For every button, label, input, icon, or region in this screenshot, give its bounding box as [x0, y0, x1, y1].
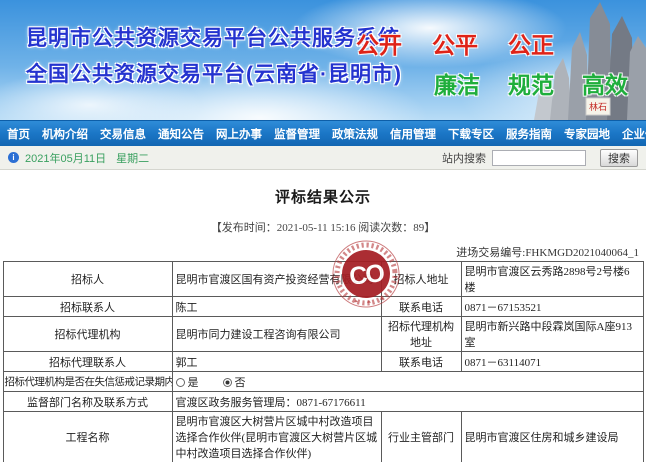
table-label-cell: 招标代理联系人 — [3, 352, 172, 372]
slogan-green: 廉洁规范高效 — [434, 66, 628, 100]
table-value-cell: 0871－63114071 — [461, 352, 643, 372]
nav-item-企业信息[interactable]: 企业信息 — [619, 126, 646, 142]
nav-item-服务指南[interactable]: 服务指南 — [503, 126, 555, 142]
table-value-cell: 0871－67153521 — [461, 297, 643, 317]
trade-number-line: 进场交易编号:FHKMGD2021040064_1 — [3, 244, 643, 260]
table-label-cell: 招标人地址 — [381, 262, 461, 297]
table-label-cell: 招标代理机构地址 — [381, 317, 461, 352]
table-row: 招标代理联系人郭工联系电话0871－63114071 — [3, 352, 643, 372]
current-weekday: 星期二 — [116, 150, 149, 166]
radio-unchecked-icon[interactable] — [176, 378, 185, 387]
browser-page: 林石 昆明市公共资源交易平台公共服务系统 全国公共资源交易平台(云南省·昆明市)… — [0, 0, 646, 462]
table-row: 招标联系人陈工联系电话0871－67153521 — [3, 297, 643, 317]
table-label-cell: 工程名称 — [3, 412, 172, 462]
bid-info-table: 招标人昆明市官渡区国有资产投资经营有限公司招标人地址昆明市官渡区云秀路2898号… — [3, 261, 644, 462]
slogan-word: 公开 — [356, 26, 402, 60]
table-value-cell: 陈工 — [172, 297, 381, 317]
table-value-cell: 官渡区政务服务管理局：0871-67176611 — [172, 392, 643, 412]
table-label-cell: 招标代理机构是否在失信惩戒记录期内 — [3, 372, 172, 392]
site-search: 站内搜索 搜索 — [442, 149, 638, 167]
radio-checked-icon[interactable] — [223, 378, 232, 387]
table-value-cell: 昆明市官渡区大树营片区城中村改造项目选择合作伙伴(昆明市官渡区大树营片区城中村改… — [172, 412, 381, 462]
table-label-cell: 联系电话 — [381, 297, 461, 317]
info-icon: i — [8, 152, 19, 163]
nav-item-首页[interactable]: 首页 — [4, 126, 33, 142]
nav-item-下载专区[interactable]: 下载专区 — [445, 126, 497, 142]
publish-meta: 【发布时间：2021-05-11 15:16 阅读次数：89】 — [0, 219, 646, 235]
table-label-cell: 招标联系人 — [3, 297, 172, 317]
date-search-bar: i 2021年05月11日 星期二 站内搜索 搜索 — [0, 146, 646, 170]
nav-item-信用管理[interactable]: 信用管理 — [387, 126, 439, 142]
site-title-line1: 昆明市公共资源交易平台公共服务系统 — [26, 22, 400, 52]
stone-forest-sign-text: 林石 — [589, 101, 607, 112]
slogan-red: 公开公平公正 — [356, 26, 554, 60]
nav-item-监督管理[interactable]: 监督管理 — [271, 126, 323, 142]
table-value-cell: 昆明市官渡区住房和城乡建设局 — [461, 412, 643, 462]
table-label-cell: 招标代理机构 — [3, 317, 172, 352]
table-label-cell: 监督部门名称及联系方式 — [3, 392, 172, 412]
radio-group-cell: 是否 — [172, 372, 643, 392]
table-row: 工程名称昆明市官渡区大树营片区城中村改造项目选择合作伙伴(昆明市官渡区大树营片区… — [3, 412, 643, 462]
trade-number-label: 进场交易编号: — [456, 247, 525, 259]
nav-item-交易信息[interactable]: 交易信息 — [97, 126, 149, 142]
table-row: 招标代理机构是否在失信惩戒记录期内是否 — [3, 372, 643, 392]
table-row: 招标人昆明市官渡区国有资产投资经营有限公司招标人地址昆明市官渡区云秀路2898号… — [3, 262, 643, 297]
site-banner: 林石 昆明市公共资源交易平台公共服务系统 全国公共资源交易平台(云南省·昆明市)… — [0, 0, 646, 120]
nav-item-机构介绍[interactable]: 机构介绍 — [39, 126, 91, 142]
trade-number-value: FHKMGD2021040064_1 — [525, 247, 639, 259]
table-row: 招标代理机构昆明市同力建设工程咨询有限公司招标代理机构地址昆明市新兴路中段霖岚国… — [3, 317, 643, 352]
stone-forest-image: 林石 — [486, 0, 646, 120]
nav-menu: 首页机构介绍交易信息通知公告网上办事监督管理政策法规信用管理下载专区服务指南专家… — [0, 120, 646, 146]
nav-item-网上办事[interactable]: 网上办事 — [213, 126, 265, 142]
slogan-word: 公正 — [508, 26, 554, 60]
table-label-cell: 行业主管部门 — [381, 412, 461, 462]
slogan-word: 廉洁 — [434, 66, 480, 100]
site-title-line2: 全国公共资源交易平台(云南省·昆明市) — [26, 58, 402, 88]
table-label-cell: 招标人 — [3, 262, 172, 297]
search-label: 站内搜索 — [442, 150, 486, 166]
search-button[interactable]: 搜索 — [600, 149, 638, 167]
nav-item-政策法规[interactable]: 政策法规 — [329, 126, 381, 142]
search-input[interactable] — [492, 150, 586, 166]
radio-option-否[interactable]: 否 — [223, 374, 246, 390]
table-label-cell: 联系电话 — [381, 352, 461, 372]
slogan-word: 高效 — [582, 66, 628, 100]
table-value-cell: 昆明市官渡区国有资产投资经营有限公司 — [172, 262, 381, 297]
radio-option-是[interactable]: 是 — [176, 374, 199, 390]
table-value-cell: 昆明市同力建设工程咨询有限公司 — [172, 317, 381, 352]
slogan-word: 规范 — [508, 66, 554, 100]
nav-item-专家园地[interactable]: 专家园地 — [561, 126, 613, 142]
table-row: 监督部门名称及联系方式官渡区政务服务管理局：0871-67176611 — [3, 392, 643, 412]
table-value-cell: 昆明市新兴路中段霖岚国际A座913室 — [461, 317, 643, 352]
nav-item-通知公告[interactable]: 通知公告 — [155, 126, 207, 142]
page-title: 评标结果公示 — [0, 186, 646, 207]
current-date: 2021年05月11日 — [25, 150, 106, 166]
table-value-cell: 郭工 — [172, 352, 381, 372]
slogan-word: 公平 — [432, 26, 478, 60]
table-value-cell: 昆明市官渡区云秀路2898号2号楼6楼 — [461, 262, 643, 297]
